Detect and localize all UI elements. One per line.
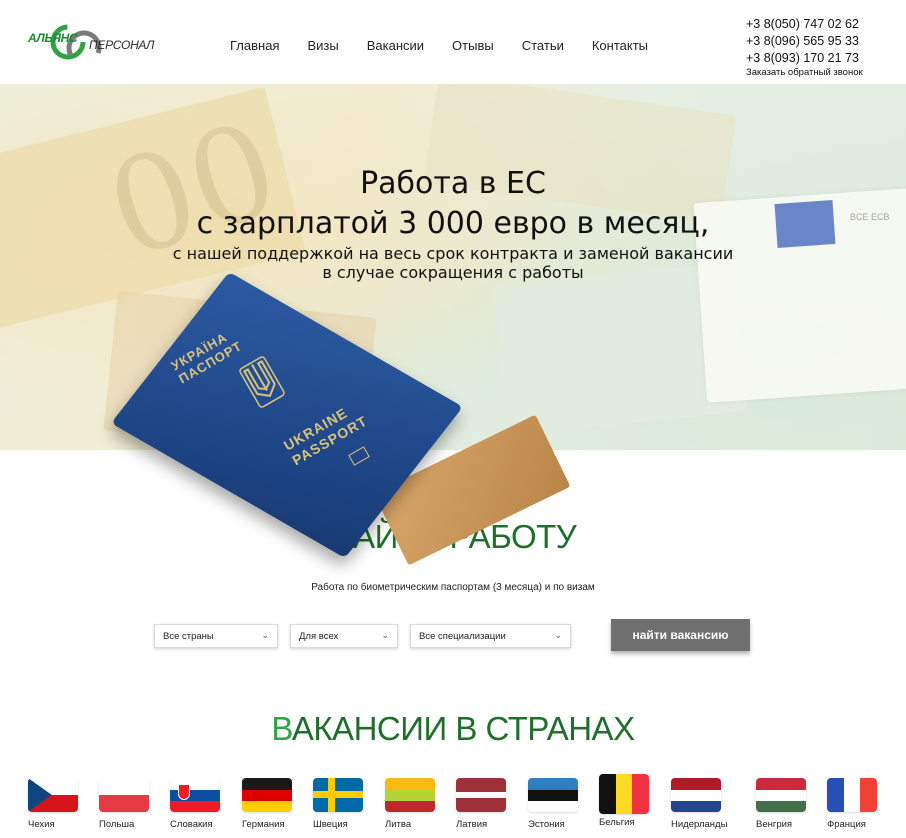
country-select-value: Все страны: [163, 631, 214, 642]
phone-link[interactable]: +3 8(096) 565 95 33: [746, 33, 863, 50]
country-label: Бельгия: [599, 817, 635, 828]
chevron-down-icon: ⌄: [261, 630, 269, 640]
logo-text-secondary: ПЕРСОНАЛ: [89, 38, 155, 52]
passport-image: УКРАЇНА ПАСПОРТ UKRAINE PASSPORT: [111, 271, 571, 566]
country-label: Венгрия: [756, 819, 793, 830]
poland-flag-icon: [99, 778, 149, 812]
logo[interactable]: АЛЬЯНС ПЕРСОНАЛ: [26, 18, 154, 70]
germany-flag-icon: [242, 778, 292, 812]
nav-link-visas[interactable]: Визы: [307, 38, 338, 53]
country-label: Франция: [827, 819, 866, 830]
sweden-flag-icon: [313, 778, 363, 812]
logo-text-primary: АЛЬЯНС: [28, 31, 78, 45]
country-item-sweden[interactable]: Швеция: [313, 778, 383, 830]
country-label: Латвия: [456, 819, 488, 830]
main-nav: Главная Визы Вакансии Отывы Статьи Конта…: [230, 38, 676, 53]
nav-link-reviews[interactable]: Отывы: [452, 38, 494, 53]
france-flag-icon: [827, 778, 877, 812]
country-label: Польша: [99, 819, 135, 830]
find-job-subtitle: Работа по биометрическим паспортам (3 ме…: [311, 582, 595, 593]
country-item-czech[interactable]: Чехия: [28, 778, 98, 830]
country-item-belgium[interactable]: Бельгия: [599, 774, 669, 828]
netherlands-flag-icon: [671, 778, 721, 812]
phone-link[interactable]: +3 8(093) 170 21 73: [746, 50, 863, 67]
search-filters: Все страны ⌄ Для всех ⌄ Все специализаци…: [0, 624, 906, 652]
phone-link[interactable]: +3 8(050) 747 02 62: [746, 16, 863, 33]
nav-link-home[interactable]: Главная: [230, 38, 279, 53]
chevron-down-icon: ⌄: [381, 630, 389, 640]
country-label: Нидерланды: [671, 819, 728, 830]
banknote-image: [423, 84, 737, 225]
country-select[interactable]: Все страны ⌄: [154, 624, 278, 648]
audience-select-value: Для всех: [299, 631, 339, 642]
nav-link-contacts[interactable]: Контакты: [592, 38, 648, 53]
site-header: АЛЬЯНС ПЕРСОНАЛ Главная Визы Вакансии От…: [0, 0, 906, 84]
country-item-germany[interactable]: Германия: [242, 778, 312, 830]
nav-link-vacancies[interactable]: Вакансии: [367, 38, 424, 53]
estonia-flag-icon: [528, 778, 578, 812]
lithuania-flag-icon: [385, 778, 435, 812]
heading-rest: АКАНСИИ В СТРАНАХ: [291, 710, 635, 747]
specialization-select-value: Все специализации: [419, 631, 506, 642]
belgium-flag-icon: [599, 774, 649, 814]
hungary-flag-icon: [756, 778, 806, 812]
country-item-latvia[interactable]: Латвия: [456, 778, 526, 830]
specialization-select[interactable]: Все специализации ⌄: [410, 624, 571, 648]
country-label: Литва: [385, 819, 412, 830]
latvia-flag-icon: [456, 778, 506, 812]
country-label: Эстония: [528, 819, 565, 830]
country-item-france[interactable]: Франция: [827, 778, 897, 830]
nav-link-articles[interactable]: Статьи: [522, 38, 564, 53]
hero-title: Работа в ЕС: [360, 166, 546, 201]
czech-flag-icon: [28, 778, 78, 812]
country-item-estonia[interactable]: Эстония: [528, 778, 598, 830]
hero-title: с зарплатой 3 000 евро в месяц,: [196, 206, 710, 241]
hero-subtitle: с нашей поддержкой на весь срок контракт…: [172, 244, 734, 282]
vacancies-heading: ВАКАНСИИ В СТРАНАХ: [0, 710, 906, 748]
audience-select[interactable]: Для всех ⌄: [290, 624, 398, 648]
country-item-poland[interactable]: Польша: [99, 778, 169, 830]
find-vacancy-button[interactable]: найти вакансию: [611, 619, 750, 651]
country-item-hungary[interactable]: Венгрия: [756, 778, 826, 830]
chevron-down-icon: ⌄: [554, 630, 562, 640]
country-label: Словакия: [170, 819, 213, 830]
country-item-slovakia[interactable]: Словакия: [170, 778, 240, 830]
country-label: Швеция: [313, 819, 348, 830]
contacts-block: +3 8(050) 747 02 62 +3 8(096) 565 95 33 …: [746, 16, 863, 78]
country-item-lithuania[interactable]: Литва: [385, 778, 455, 830]
country-label: Германия: [242, 819, 285, 830]
slovakia-flag-icon: [170, 778, 220, 812]
country-label: Чехия: [28, 819, 55, 830]
heading-initial: В: [271, 710, 292, 747]
country-item-netherlands[interactable]: Нидерланды: [671, 778, 741, 830]
callback-link[interactable]: Заказать обратный звонок: [746, 67, 863, 78]
trident-icon: [239, 356, 285, 408]
country-flags: Чехия Польша Словакия Германия Швеция Ли…: [0, 774, 906, 838]
